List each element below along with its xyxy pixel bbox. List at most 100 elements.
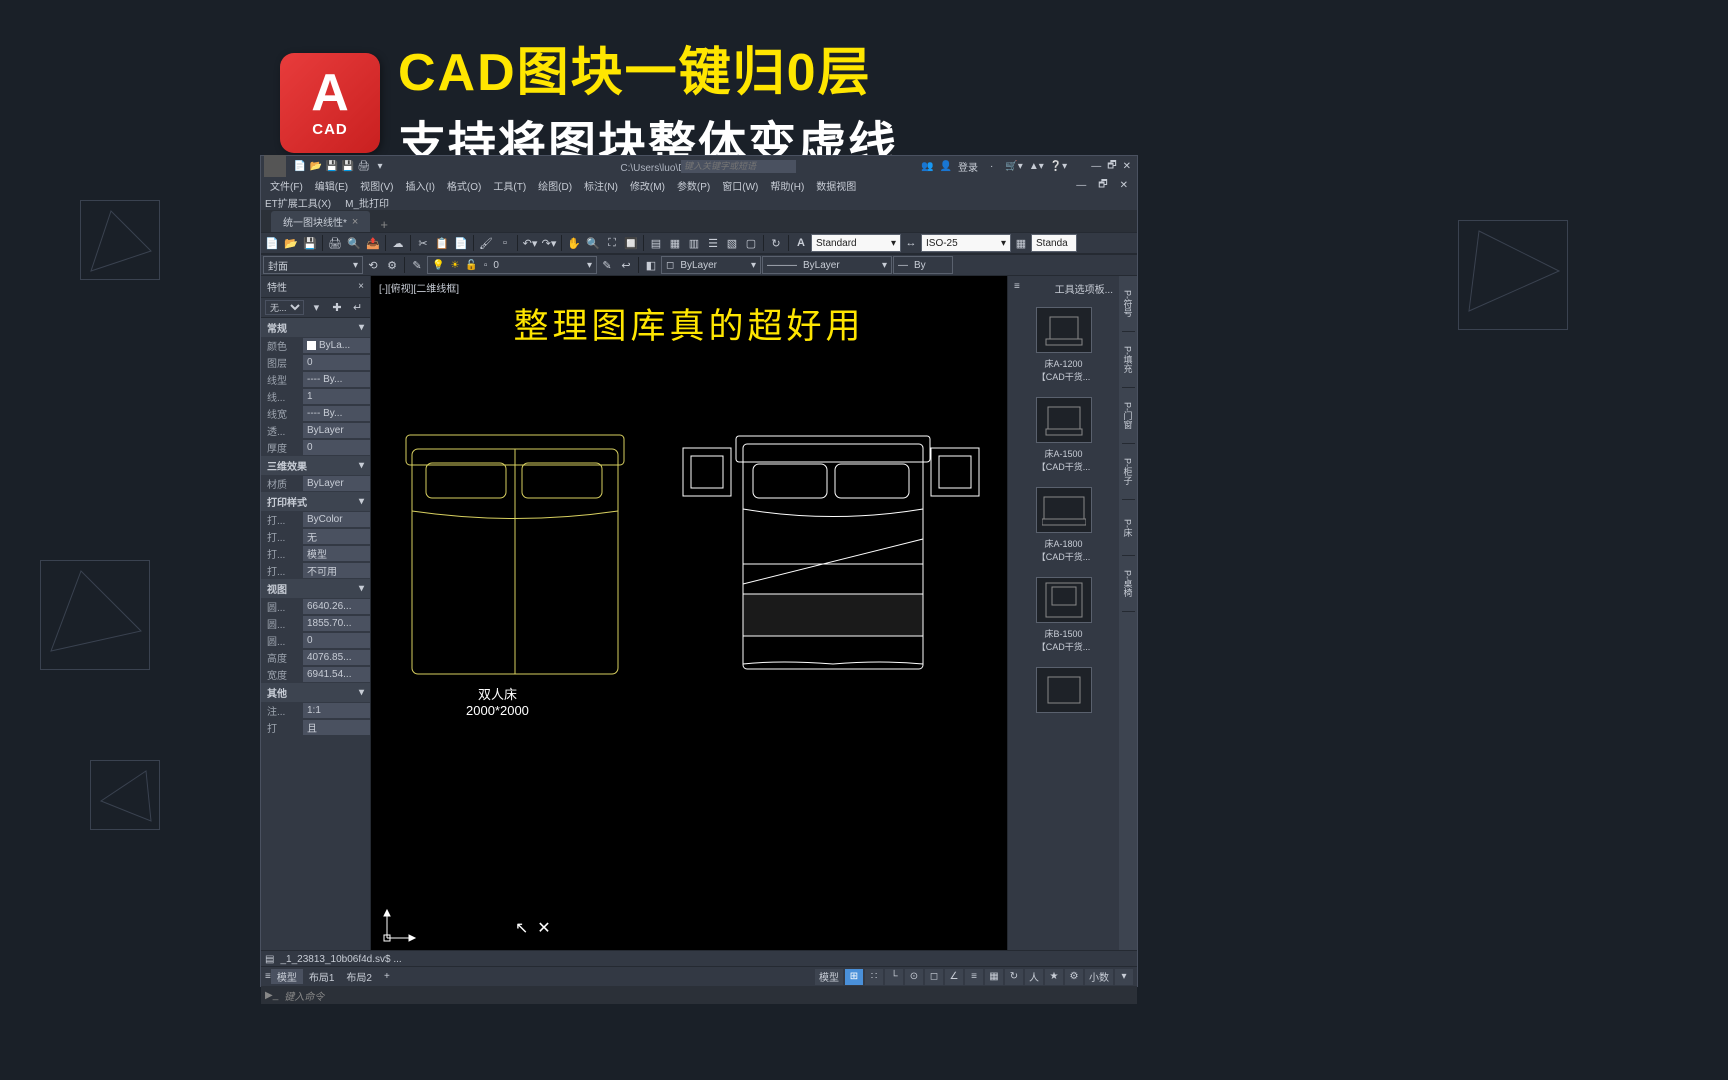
layout-tab[interactable]: 布局1 [303, 969, 341, 984]
table-style-dropdown[interactable]: Standa [1031, 234, 1077, 252]
palette-tab[interactable]: P-填充 [1122, 332, 1135, 388]
palette-item[interactable]: 床B-1500【CAD干货... [1010, 577, 1117, 653]
anno-scale-icon[interactable]: 人 [1025, 969, 1043, 985]
menu-insert[interactable]: 插入(I) [400, 178, 439, 193]
menu-et-tools[interactable]: ET扩展工具(X) [265, 195, 331, 210]
section-view[interactable]: 视图▾ [261, 579, 370, 598]
menu-window[interactable]: 窗口(W) [717, 178, 763, 193]
linetype-dropdown[interactable]: ———ByLayer▾ [762, 256, 892, 274]
open-icon[interactable]: 📂 [282, 234, 300, 252]
palette-item[interactable]: 床A-1200【CAD干货... [1010, 307, 1117, 383]
menu-view[interactable]: 视图(V) [355, 178, 398, 193]
quick-select-icon[interactable]: ▾ [308, 299, 325, 317]
restore-icon[interactable]: 🗗 [1107, 158, 1116, 175]
prop-color[interactable]: ByLa... [303, 338, 370, 353]
cloud-icon[interactable]: ☁ [389, 234, 407, 252]
menu-file[interactable]: 文件(F) [265, 178, 308, 193]
prop-material[interactable]: ByLayer [303, 476, 370, 491]
prop-layer[interactable]: 0 [303, 355, 370, 370]
snap-icon[interactable]: ∷ [865, 969, 883, 985]
open-icon[interactable]: 📂 [309, 159, 323, 173]
help-icon[interactable]: ❔▾ [1050, 161, 1067, 172]
section-general[interactable]: 常规▾ [261, 318, 370, 337]
anno-vis-icon[interactable]: ★ [1045, 969, 1063, 985]
settings-icon[interactable]: ▾ [1115, 969, 1133, 985]
print-icon[interactable]: 🖨 [357, 159, 371, 173]
polar-icon[interactable]: ⊙ [905, 969, 923, 985]
new-icon[interactable]: 📄 [293, 159, 307, 173]
lineweight-icon[interactable]: ≡ [965, 969, 983, 985]
dim-style-icon[interactable]: ↔ [902, 234, 920, 252]
prop-plotstyle[interactable]: ByColor [303, 512, 370, 527]
undo-icon[interactable]: ↶▾ [521, 234, 539, 252]
people-icon[interactable]: 👥 [921, 161, 933, 172]
layer-match-icon[interactable]: ✎ [598, 256, 616, 274]
cut-icon[interactable]: ✂ [414, 234, 432, 252]
design-center-icon[interactable]: ▦ [666, 234, 684, 252]
new-icon[interactable]: 📄 [263, 234, 281, 252]
pan-icon[interactable]: ✋ [565, 234, 583, 252]
menu-edit[interactable]: 编辑(E) [310, 178, 353, 193]
menu-param[interactable]: 参数(P) [672, 178, 715, 193]
login-button[interactable]: 登录 [958, 159, 978, 174]
lineweight-dropdown[interactable]: —By [893, 256, 953, 274]
sheet-set-icon[interactable]: ☰ [704, 234, 722, 252]
pickadd-icon[interactable]: ↵ [349, 299, 366, 317]
transparency-icon[interactable]: ▦ [985, 969, 1003, 985]
calc-icon[interactable]: ▢ [742, 234, 760, 252]
matchprop-icon[interactable]: 🖌 [477, 234, 495, 252]
viewport-label[interactable]: [-][俯视][二维线框] [379, 280, 459, 295]
markup-icon[interactable]: ▧ [723, 234, 741, 252]
palette-item[interactable] [1010, 667, 1117, 713]
workspace-icon[interactable]: ⚙ [1065, 969, 1083, 985]
layer-props-icon[interactable]: ✎ [408, 256, 426, 274]
palette-tab[interactable]: P-床 [1122, 500, 1135, 556]
document-tab[interactable]: 统一图块线性* × [271, 211, 370, 232]
palette-tab[interactable]: P-桌椅 [1122, 556, 1135, 612]
zoom-prev-icon[interactable]: 🔲 [622, 234, 640, 252]
menu-help[interactable]: 帮助(H) [765, 178, 809, 193]
doc-minimize-icon[interactable]: — [1071, 180, 1091, 191]
share-icon[interactable]: ▲▾ [1029, 161, 1044, 172]
menu-dataview[interactable]: 数据视图 [811, 178, 861, 193]
tool-palette-icon[interactable]: ▥ [685, 234, 703, 252]
palette-tab[interactable]: P-门窗 [1122, 388, 1135, 444]
paste-icon[interactable]: 📄 [452, 234, 470, 252]
cmd-expand-icon[interactable]: ▤ [265, 954, 274, 965]
cart-icon[interactable]: 🛒▾ [1005, 161, 1022, 172]
save-as-icon[interactable]: 💾 [341, 159, 355, 173]
layer-dropdown[interactable]: 💡☀🔓▫ 0▾ [427, 256, 597, 274]
print-icon[interactable]: 🖨 [326, 234, 344, 252]
refresh-icon[interactable]: ↻ [767, 234, 785, 252]
cycling-icon[interactable]: ↻ [1005, 969, 1023, 985]
tab-close-icon[interactable]: × [352, 216, 358, 228]
doc-restore-icon[interactable]: 🗗 [1093, 177, 1112, 194]
color-dropdown[interactable]: ◻ByLayer▾ [661, 256, 761, 274]
save-icon[interactable]: 💾 [325, 159, 339, 173]
menu-batch-print[interactable]: M_批打印 [345, 195, 389, 210]
osnap-icon[interactable]: ◻ [925, 969, 943, 985]
palette-tab[interactable]: P-符号 [1122, 276, 1135, 332]
layout-tab[interactable]: 布局2 [340, 969, 378, 984]
minimize-icon[interactable]: — [1091, 161, 1101, 172]
command-input[interactable]: ▶_ 键入命令 [261, 986, 1137, 1004]
doc-close-icon[interactable]: ✕ [1115, 180, 1133, 191]
text-style-dropdown[interactable]: Standard▾ [811, 234, 901, 252]
color-icon[interactable]: ◧ [642, 256, 660, 274]
section-plot[interactable]: 打印样式▾ [261, 492, 370, 511]
view-dropdown[interactable]: 封面▾ [263, 256, 363, 274]
ortho-icon[interactable]: └ [885, 969, 903, 985]
zoom-icon[interactable]: 🔍 [584, 234, 602, 252]
model-tab[interactable]: 模型 [271, 969, 303, 984]
otrack-icon[interactable]: ∠ [945, 969, 963, 985]
redo-icon[interactable]: ↷▾ [540, 234, 558, 252]
preview-icon[interactable]: 🔍 [345, 234, 363, 252]
dim-style-dropdown[interactable]: ISO-25▾ [921, 234, 1011, 252]
selection-dropdown[interactable]: 无... [265, 300, 304, 315]
close-icon[interactable]: ✕ [1123, 161, 1131, 172]
prop-thickness[interactable]: 0 [303, 440, 370, 455]
user-icon[interactable]: 👤 [940, 161, 952, 172]
text-style-icon[interactable]: A [792, 234, 810, 252]
prop-ltscale[interactable]: 1 [303, 389, 370, 404]
model-button[interactable]: 模型 [815, 969, 843, 985]
